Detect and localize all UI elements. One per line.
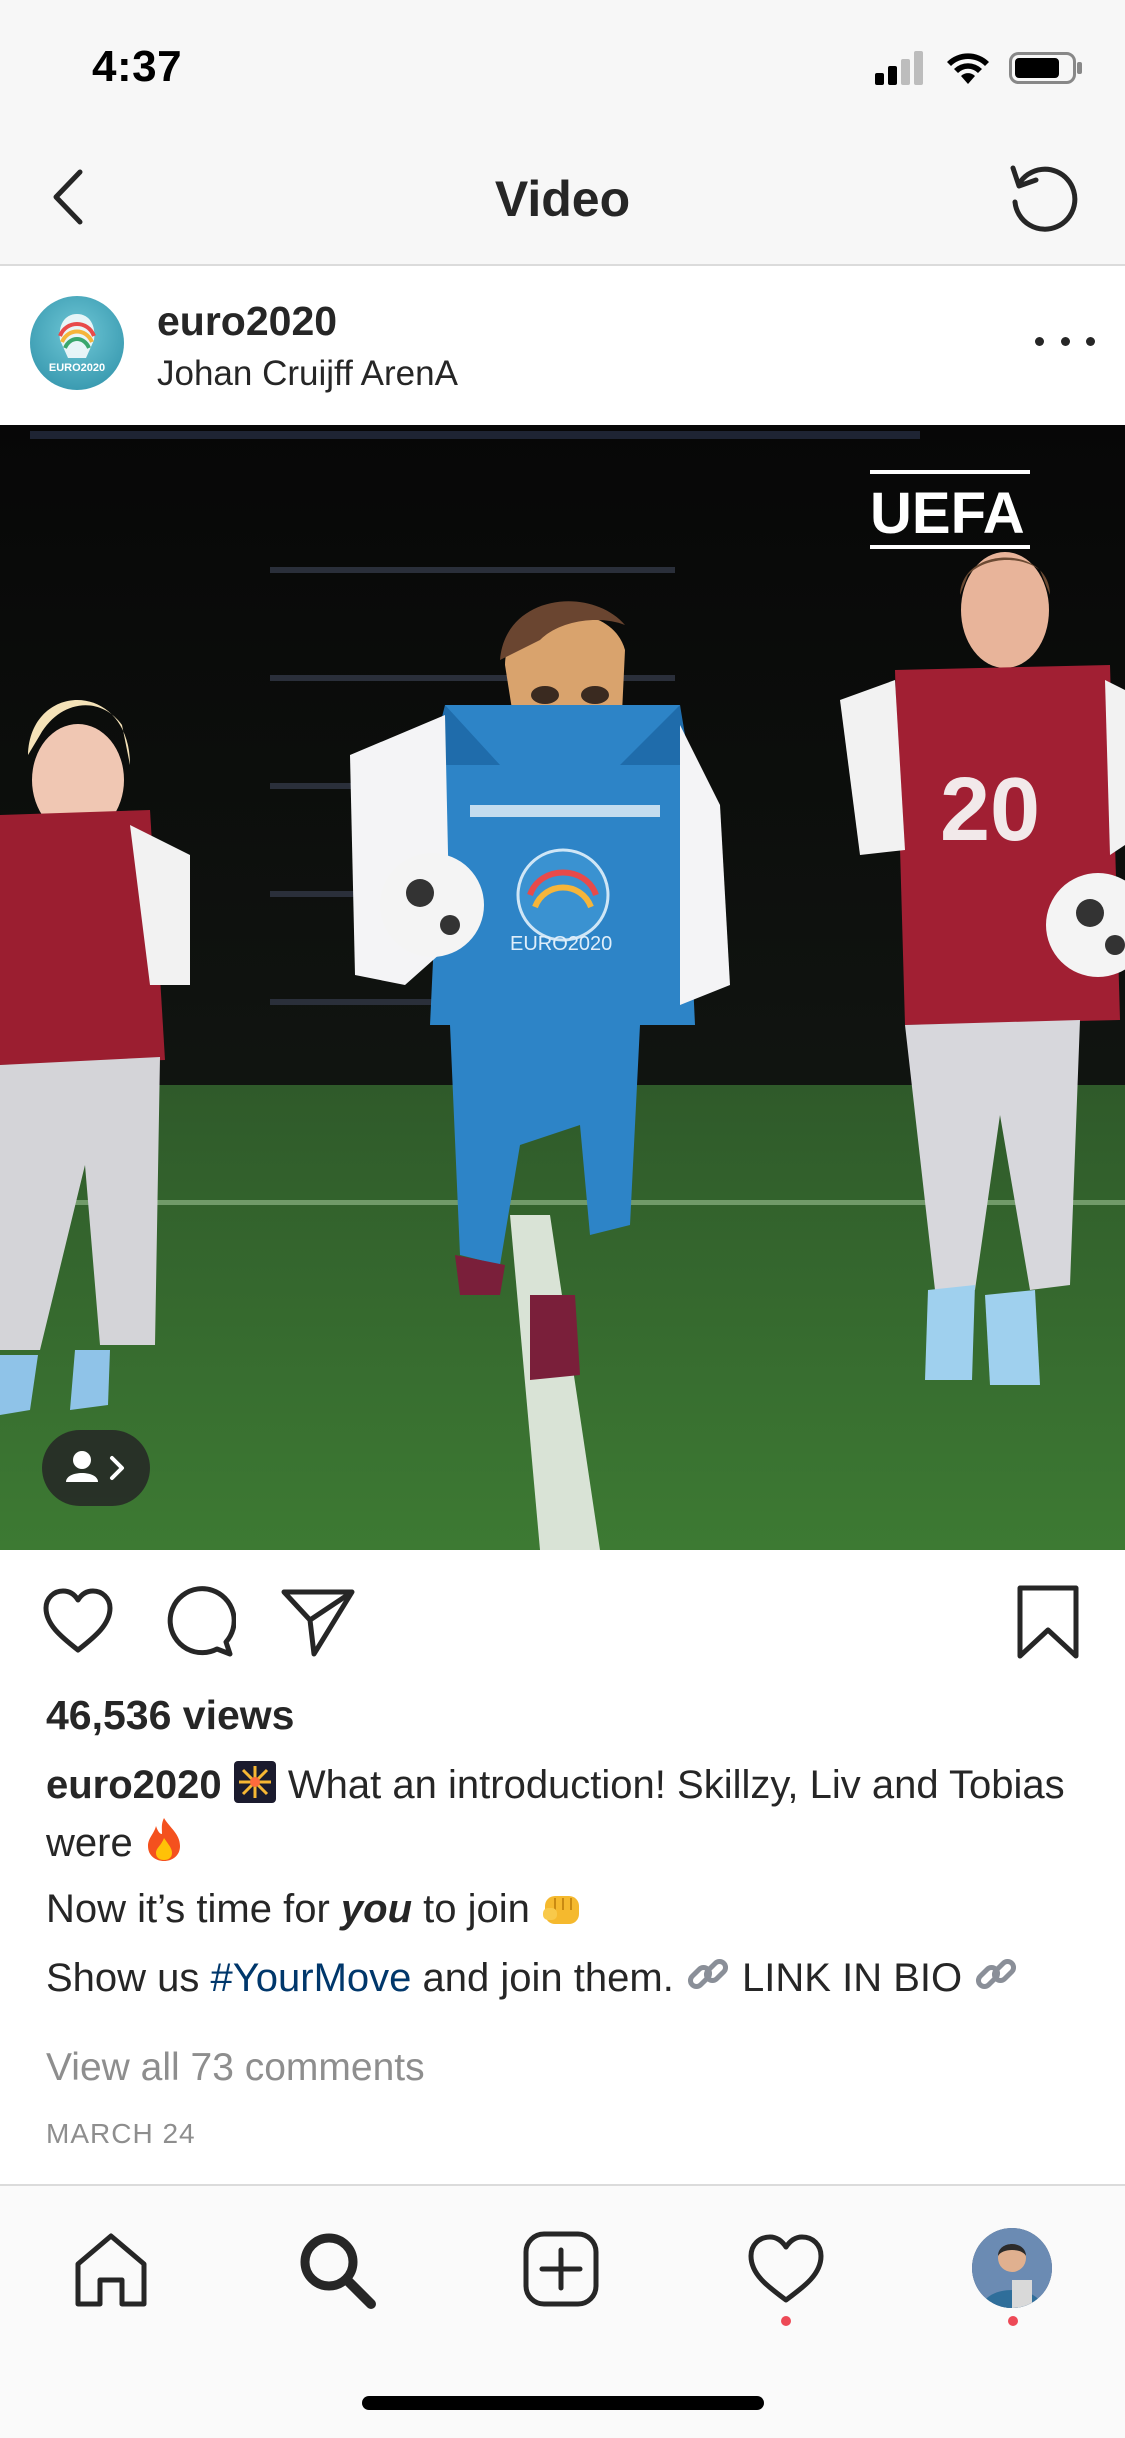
profile-notification-dot	[1008, 2316, 1018, 2326]
bookmark-icon[interactable]	[1010, 1584, 1086, 1660]
wifi-icon	[947, 53, 989, 84]
view-all-comments-link[interactable]: View all 73 comments	[46, 2046, 425, 2090]
activity-notification-dot	[781, 2316, 791, 2326]
view-count[interactable]: 46,536 views	[46, 1692, 294, 1739]
link-emoji-2	[973, 1951, 1019, 2009]
comment-icon[interactable]	[160, 1584, 236, 1660]
post-header: EURO2020 euro2020 Johan Cruijff ArenA	[0, 266, 1125, 426]
profile-avatar-icon	[972, 2228, 1052, 2308]
fire-emoji	[144, 1816, 184, 1874]
caption-line2-emph: you	[340, 1887, 413, 1931]
uefa-watermark: UEFA	[870, 481, 1025, 546]
home-indicator	[362, 2396, 764, 2410]
status-time: 4:37	[92, 42, 183, 91]
user-tag-button[interactable]	[42, 1430, 150, 1506]
signal-icon	[875, 51, 923, 85]
avatar-text: EURO2020	[48, 362, 106, 374]
link-emoji	[685, 1951, 731, 2009]
new-post-icon[interactable]	[520, 2228, 602, 2310]
nav-bar: Video	[0, 134, 1125, 266]
caption-line2-pre: Now it’s time for	[46, 1887, 341, 1931]
home-icon[interactable]	[70, 2228, 152, 2310]
caption-line2-post: to join	[412, 1887, 530, 1931]
caption-line3-mid: and join them.	[411, 1956, 685, 2000]
mascot-shirt-text: EURO2020	[510, 933, 612, 955]
post-actions	[0, 1552, 1125, 1682]
fist-emoji	[541, 1888, 585, 1940]
post-date: MARCH 24	[46, 2118, 196, 2149]
video-frame: 20 EURO2020 UEFA	[0, 425, 1125, 1550]
caption-line3-pre: Show us	[46, 1956, 211, 2000]
page-title: Video	[494, 171, 631, 227]
sparkler-emoji	[233, 1760, 277, 1816]
status-icons	[875, 48, 1083, 88]
hashtag-link[interactable]: #YourMove	[211, 1956, 412, 2000]
user-tag-icon	[66, 1451, 124, 1482]
activity-icon[interactable]	[745, 2228, 827, 2310]
jersey-number: 20	[940, 760, 1040, 860]
caption-link-in-bio: LINK IN BIO	[742, 1956, 963, 2000]
profile-icon[interactable]	[972, 2228, 1052, 2308]
heart-icon[interactable]	[40, 1584, 116, 1660]
caption-username[interactable]: euro2020	[46, 1763, 222, 1807]
video-player[interactable]: 20 EURO2020 UEFA	[0, 425, 1125, 1550]
battery-icon	[1009, 52, 1082, 84]
caption: euro2020 What an introduction! Skillzy, …	[46, 1760, 1086, 2020]
more-options-icon[interactable]	[1035, 326, 1095, 356]
search-icon[interactable]	[295, 2228, 377, 2310]
euro2020-logo-icon	[58, 314, 96, 358]
post-username[interactable]: euro2020	[157, 298, 337, 345]
share-icon[interactable]	[280, 1584, 356, 1660]
status-bar: 4:37	[0, 0, 1125, 134]
refresh-icon[interactable]	[1003, 156, 1085, 238]
tab-bar	[0, 2184, 1125, 2438]
post-location[interactable]: Johan Cruijff ArenA	[157, 354, 458, 394]
avatar[interactable]: EURO2020	[30, 296, 124, 390]
